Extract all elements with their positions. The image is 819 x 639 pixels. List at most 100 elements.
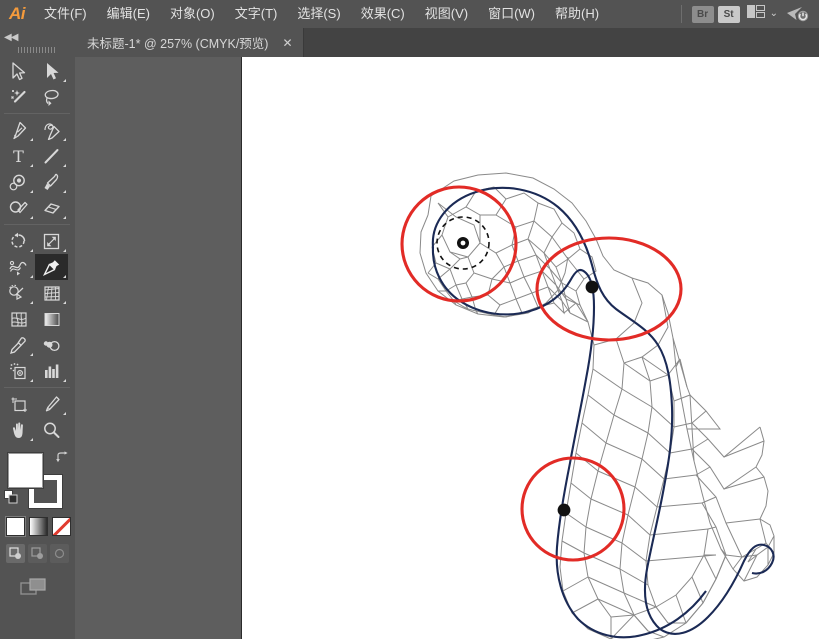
- tool-flyout-indicator: [30, 164, 33, 167]
- menu-file[interactable]: 文件(F): [34, 0, 97, 28]
- line-segment-tool[interactable]: [35, 143, 68, 169]
- width-tool[interactable]: [2, 254, 35, 280]
- tool-flyout-indicator: [30, 353, 33, 356]
- paper-plane-power-icon[interactable]: [785, 5, 811, 23]
- divider: [681, 5, 682, 23]
- eyedropper-tool[interactable]: [2, 332, 35, 358]
- bridge-launch-button[interactable]: Br: [692, 6, 714, 23]
- none-fill-button[interactable]: [52, 517, 71, 536]
- draw-behind-button[interactable]: [28, 544, 47, 563]
- swap-fill-stroke-icon[interactable]: [55, 451, 69, 469]
- menu-edit[interactable]: 编辑(E): [97, 0, 160, 28]
- tool-flyout-indicator: [63, 412, 66, 415]
- menu-bar: Ai 文件(F) 编辑(E) 对象(O) 文字(T) 选择(S) 效果(C) 视…: [0, 0, 819, 28]
- menu-effect[interactable]: 效果(C): [351, 0, 415, 28]
- menu-type[interactable]: 文字(T): [225, 0, 288, 28]
- pen-tool[interactable]: [2, 117, 35, 143]
- mesh-tool[interactable]: [2, 306, 35, 332]
- tool-flyout-indicator: [30, 249, 33, 252]
- svg-text:T: T: [13, 147, 24, 166]
- paintbrush-tool[interactable]: [35, 169, 68, 195]
- puppet-warp-tool[interactable]: [35, 254, 68, 280]
- tool-flyout-indicator: [30, 216, 33, 219]
- tool-flyout-indicator: [30, 190, 33, 193]
- tool-flyout-indicator: [63, 249, 66, 252]
- menu-view[interactable]: 视图(V): [415, 0, 478, 28]
- menu-window[interactable]: 窗口(W): [478, 0, 545, 28]
- drawing-mode-buttons: [6, 544, 75, 563]
- default-fill-stroke-icon[interactable]: [4, 490, 18, 509]
- gradient-tool[interactable]: [35, 306, 68, 332]
- puppet-pins: [437, 217, 598, 516]
- stock-launch-button[interactable]: St: [718, 6, 740, 23]
- canvas-area[interactable]: [75, 57, 819, 639]
- perspective-grid-tool[interactable]: [35, 280, 68, 306]
- column-graph-tool[interactable]: [35, 358, 68, 384]
- tools-panel: ◀◀: [0, 28, 75, 639]
- artboard[interactable]: [241, 57, 819, 639]
- draw-inside-button[interactable]: [50, 544, 69, 563]
- tool-flyout-indicator: [63, 138, 66, 141]
- document-tab[interactable]: 未标题-1* @ 257% (CMYK/预览) ✕: [75, 28, 304, 57]
- shaper-tool[interactable]: [2, 195, 35, 221]
- document-tab-bar: 未标题-1* @ 257% (CMYK/预览) ✕: [0, 28, 819, 57]
- tool-flyout-indicator: [30, 275, 33, 278]
- menu-help[interactable]: 帮助(H): [545, 0, 609, 28]
- layout-grid-icon: [747, 5, 765, 23]
- selection-tool[interactable]: [2, 58, 35, 84]
- puppet-warp-mesh-illustration[interactable]: [242, 57, 819, 639]
- color-fill-button[interactable]: [6, 517, 25, 536]
- menu-object[interactable]: 对象(O): [160, 0, 225, 28]
- tool-flyout-indicator: [30, 301, 33, 304]
- blend-tool[interactable]: [35, 332, 68, 358]
- puppet-mesh: [420, 173, 774, 639]
- collapse-panel-button[interactable]: ◀◀: [4, 32, 17, 43]
- puppet-pin-3[interactable]: [558, 504, 571, 517]
- shape-tool[interactable]: [2, 169, 35, 195]
- close-icon[interactable]: ✕: [282, 37, 292, 49]
- toolbar-divider: [4, 224, 70, 225]
- zoom-tool[interactable]: [35, 417, 68, 443]
- eraser-tool[interactable]: [35, 195, 68, 221]
- curvature-tool[interactable]: [35, 117, 68, 143]
- toolbar-divider: [4, 387, 70, 388]
- draw-normal-button[interactable]: [6, 544, 25, 563]
- illustrator-window: Ai 文件(F) 编辑(E) 对象(O) 文字(T) 选择(S) 效果(C) 视…: [0, 0, 819, 639]
- tools-panel-header: ◀◀: [0, 28, 75, 56]
- tool-flyout-indicator: [63, 190, 66, 193]
- fill-mode-buttons: [6, 517, 75, 536]
- arrange-documents-button[interactable]: ⌄: [744, 5, 781, 23]
- puppet-pin-selected[interactable]: [437, 217, 489, 269]
- symbol-sprayer-tool[interactable]: [2, 358, 35, 384]
- change-screen-mode-button[interactable]: [20, 577, 75, 604]
- hand-tool[interactable]: [2, 417, 35, 443]
- gradient-fill-button[interactable]: [29, 517, 48, 536]
- app-logo-icon: Ai: [0, 0, 34, 28]
- fill-stroke-controls: [3, 451, 73, 513]
- document-tab-title: 未标题-1* @ 257% (CMYK/预览): [87, 33, 268, 52]
- lasso-tool[interactable]: [35, 84, 68, 110]
- canvas-gray-surround: [75, 57, 241, 639]
- direct-selection-tool[interactable]: [35, 58, 68, 84]
- tool-flyout-indicator: [30, 438, 33, 441]
- panel-drag-grip[interactable]: [18, 47, 56, 53]
- toolbar-divider: [4, 113, 70, 114]
- menu-select[interactable]: 选择(S): [287, 0, 350, 28]
- fill-swatch[interactable]: [8, 453, 43, 488]
- artboard-tool[interactable]: [2, 391, 35, 417]
- tool-flyout-indicator: [63, 216, 66, 219]
- slice-tool[interactable]: [35, 391, 68, 417]
- chevron-down-icon: ⌄: [770, 9, 778, 19]
- tool-flyout-indicator: [63, 79, 66, 82]
- tool-flyout-indicator: [30, 138, 33, 141]
- tool-flyout-indicator: [30, 379, 33, 382]
- scale-tool[interactable]: [35, 228, 68, 254]
- magic-wand-tool[interactable]: [2, 84, 35, 110]
- rotate-tool[interactable]: [2, 228, 35, 254]
- shape-builder-tool[interactable]: [2, 280, 35, 306]
- tool-flyout-indicator: [63, 275, 66, 278]
- type-tool[interactable]: T: [2, 143, 35, 169]
- tool-flyout-indicator: [63, 301, 66, 304]
- menu-items: 文件(F) 编辑(E) 对象(O) 文字(T) 选择(S) 效果(C) 视图(V…: [34, 0, 609, 28]
- puppet-pin-2[interactable]: [586, 281, 599, 294]
